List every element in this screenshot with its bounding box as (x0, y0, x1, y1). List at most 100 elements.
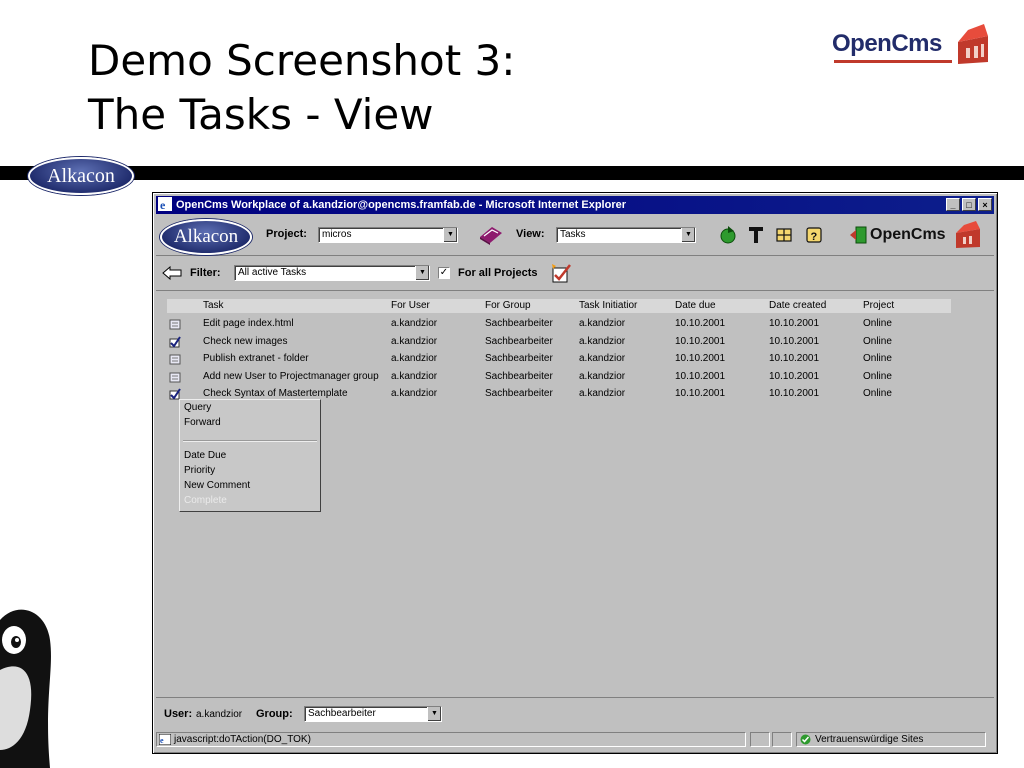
minimize-button[interactable]: _ (946, 198, 960, 211)
chevron-down-icon: ▼ (443, 228, 457, 242)
menu-item-query[interactable]: Query (184, 401, 211, 415)
cell-for-user: a.kandzior (391, 388, 438, 399)
maximize-button[interactable]: □ (962, 198, 976, 211)
window-title: OpenCms Workplace of a.kandzior@opencms.… (176, 199, 627, 211)
for-all-projects-checkbox[interactable]: ✓ (438, 267, 450, 279)
task-open-icon[interactable] (169, 371, 181, 383)
menu-item-date-due[interactable]: Date Due (184, 449, 226, 463)
chevron-down-icon: ▼ (427, 707, 441, 721)
help-icon[interactable]: ? (804, 225, 824, 245)
svg-text:e: e (160, 736, 164, 745)
table-row[interactable]: Edit page index.html a.kandzior Sachbearbe… (167, 315, 951, 332)
cell-date-due: 10.10.2001 (675, 370, 726, 382)
svg-text:e: e (160, 198, 166, 211)
opencms-logo-text: OpenCms (832, 30, 942, 57)
user-value: a.kandzior (196, 709, 243, 720)
cell-date-due: 10.10.2001 (675, 335, 726, 347)
cell-project: Online (863, 370, 892, 382)
filter-toolbar: Filter: All active Tasks ▼ ✓ For all Pro… (156, 256, 994, 291)
column-header-for-group[interactable]: For Group (485, 299, 531, 313)
tasks-content: Task For User For Group Task Initiatior … (157, 292, 991, 696)
cell-date-due: 10.10.2001 (675, 318, 726, 329)
cell-task[interactable]: Publish extranet - folder (203, 350, 309, 367)
cell-task-initiator: a.kandzior (579, 370, 626, 382)
alkacon-slide-logo: Alkacon (28, 157, 134, 195)
cell-project: Online (863, 335, 892, 347)
project-label: Project: (266, 228, 307, 240)
group-select[interactable]: Sachbearbeiter ▼ (304, 706, 442, 722)
filter-label: Filter: (190, 267, 221, 279)
status-text: javascript:doTAction(DO_TOK) (174, 734, 311, 745)
filter-select-value: All active Tasks (238, 267, 307, 278)
table-row[interactable]: Add new User to Projectmanager group a.ka… (167, 368, 951, 385)
column-header-date-created[interactable]: Date created (769, 299, 826, 313)
cell-date-due: 10.10.2001 (675, 388, 726, 399)
cell-task-initiator: a.kandzior (579, 353, 626, 364)
column-header-task-initiator[interactable]: Task Initiatior (579, 299, 637, 313)
status-panel-empty-1 (750, 732, 770, 747)
menu-item-priority[interactable]: Priority (184, 464, 215, 478)
table-row[interactable]: Check new images a.kandzior Sachbearbeiter… (167, 333, 951, 350)
table-row[interactable]: Publish extranet - folder a.kandzior Sachb… (167, 350, 951, 367)
menu-item-complete: Complete (184, 495, 227, 506)
project-select[interactable]: micros ▼ (318, 227, 458, 243)
cell-task-initiator: a.kandzior (579, 388, 626, 399)
project-select-value: micros (322, 229, 352, 240)
cell-task[interactable]: Edit page index.html (203, 315, 294, 332)
column-header-date-due[interactable]: Date due (675, 299, 716, 313)
tools-icon[interactable] (746, 225, 766, 245)
cell-for-user: a.kandzior (391, 335, 438, 347)
close-button[interactable]: × (978, 198, 992, 211)
new-task-icon[interactable] (550, 262, 572, 284)
cell-for-group: Sachbearbeiter (485, 318, 553, 329)
column-header-task[interactable]: Task (203, 299, 224, 313)
menu-item-forward[interactable]: Forward (184, 416, 221, 430)
slide-title-line2: The Tasks - View (88, 90, 434, 139)
column-header-for-user[interactable]: For User (391, 299, 430, 313)
status-panel-empty-2 (772, 732, 792, 747)
cell-date-created: 10.10.2001 (769, 335, 820, 347)
group-select-value: Sachbearbeiter (308, 708, 376, 719)
view-select[interactable]: Tasks ▼ (556, 227, 696, 243)
tasks-table-header: Task For User For Group Task Initiatior … (167, 299, 951, 313)
menu-item-new-comment[interactable]: New Comment (184, 479, 250, 493)
cell-date-created: 10.10.2001 (769, 388, 820, 399)
book-icon[interactable] (478, 225, 504, 245)
chevron-down-icon: ▼ (681, 228, 695, 242)
task-context-menu: Query Forward Date Due Priority New Comm… (179, 399, 321, 512)
opencms-box-icon (956, 221, 980, 248)
cell-for-user: a.kandzior (391, 370, 438, 382)
cell-task[interactable]: Check new images (203, 333, 287, 350)
exit-icon[interactable] (850, 225, 868, 245)
cell-date-due: 10.10.2001 (675, 353, 726, 364)
task-open-icon[interactable] (169, 318, 181, 330)
workplace-toolbar: Alkacon Project: micros ▼ View: Tasks ▼ (156, 215, 994, 256)
task-checked-icon[interactable] (169, 335, 181, 348)
cell-for-user: a.kandzior (391, 318, 438, 329)
cell-date-created: 10.10.2001 (769, 353, 820, 364)
penguin-mascot-icon (0, 609, 51, 768)
sync-icon[interactable] (774, 225, 794, 245)
security-zone-panel: Vertrauenswürdige Sites (796, 732, 986, 747)
window-titlebar[interactable]: e OpenCms Workplace of a.kandzior@opencm… (156, 196, 994, 214)
cell-date-created: 10.10.2001 (769, 370, 820, 382)
cell-project: Online (863, 318, 892, 329)
user-label: User: (164, 708, 193, 720)
browser-statusbar: e javascript:doTAction(DO_TOK) Vertrauen… (156, 731, 994, 749)
cell-task[interactable]: Add new User to Projectmanager group (203, 368, 379, 385)
view-select-value: Tasks (560, 229, 586, 240)
cell-for-group: Sachbearbeiter (485, 370, 553, 382)
status-text-panel: e javascript:doTAction(DO_TOK) (156, 732, 746, 747)
opencms-toolbar-logo: OpenCms (850, 221, 988, 249)
column-header-project[interactable]: Project (863, 299, 894, 313)
cell-project: Online (863, 388, 892, 399)
slide-title-line1: Demo Screenshot 3: (88, 36, 516, 85)
cell-task-initiator: a.kandzior (579, 335, 626, 347)
page-icon: e (159, 734, 171, 745)
task-open-icon[interactable] (169, 353, 181, 365)
filter-select[interactable]: All active Tasks ▼ (234, 265, 430, 281)
back-arrow-icon[interactable] (162, 266, 182, 280)
window-controls: _ □ × (946, 198, 992, 211)
reload-icon[interactable] (718, 225, 738, 245)
ie-app-icon: e (158, 197, 172, 211)
